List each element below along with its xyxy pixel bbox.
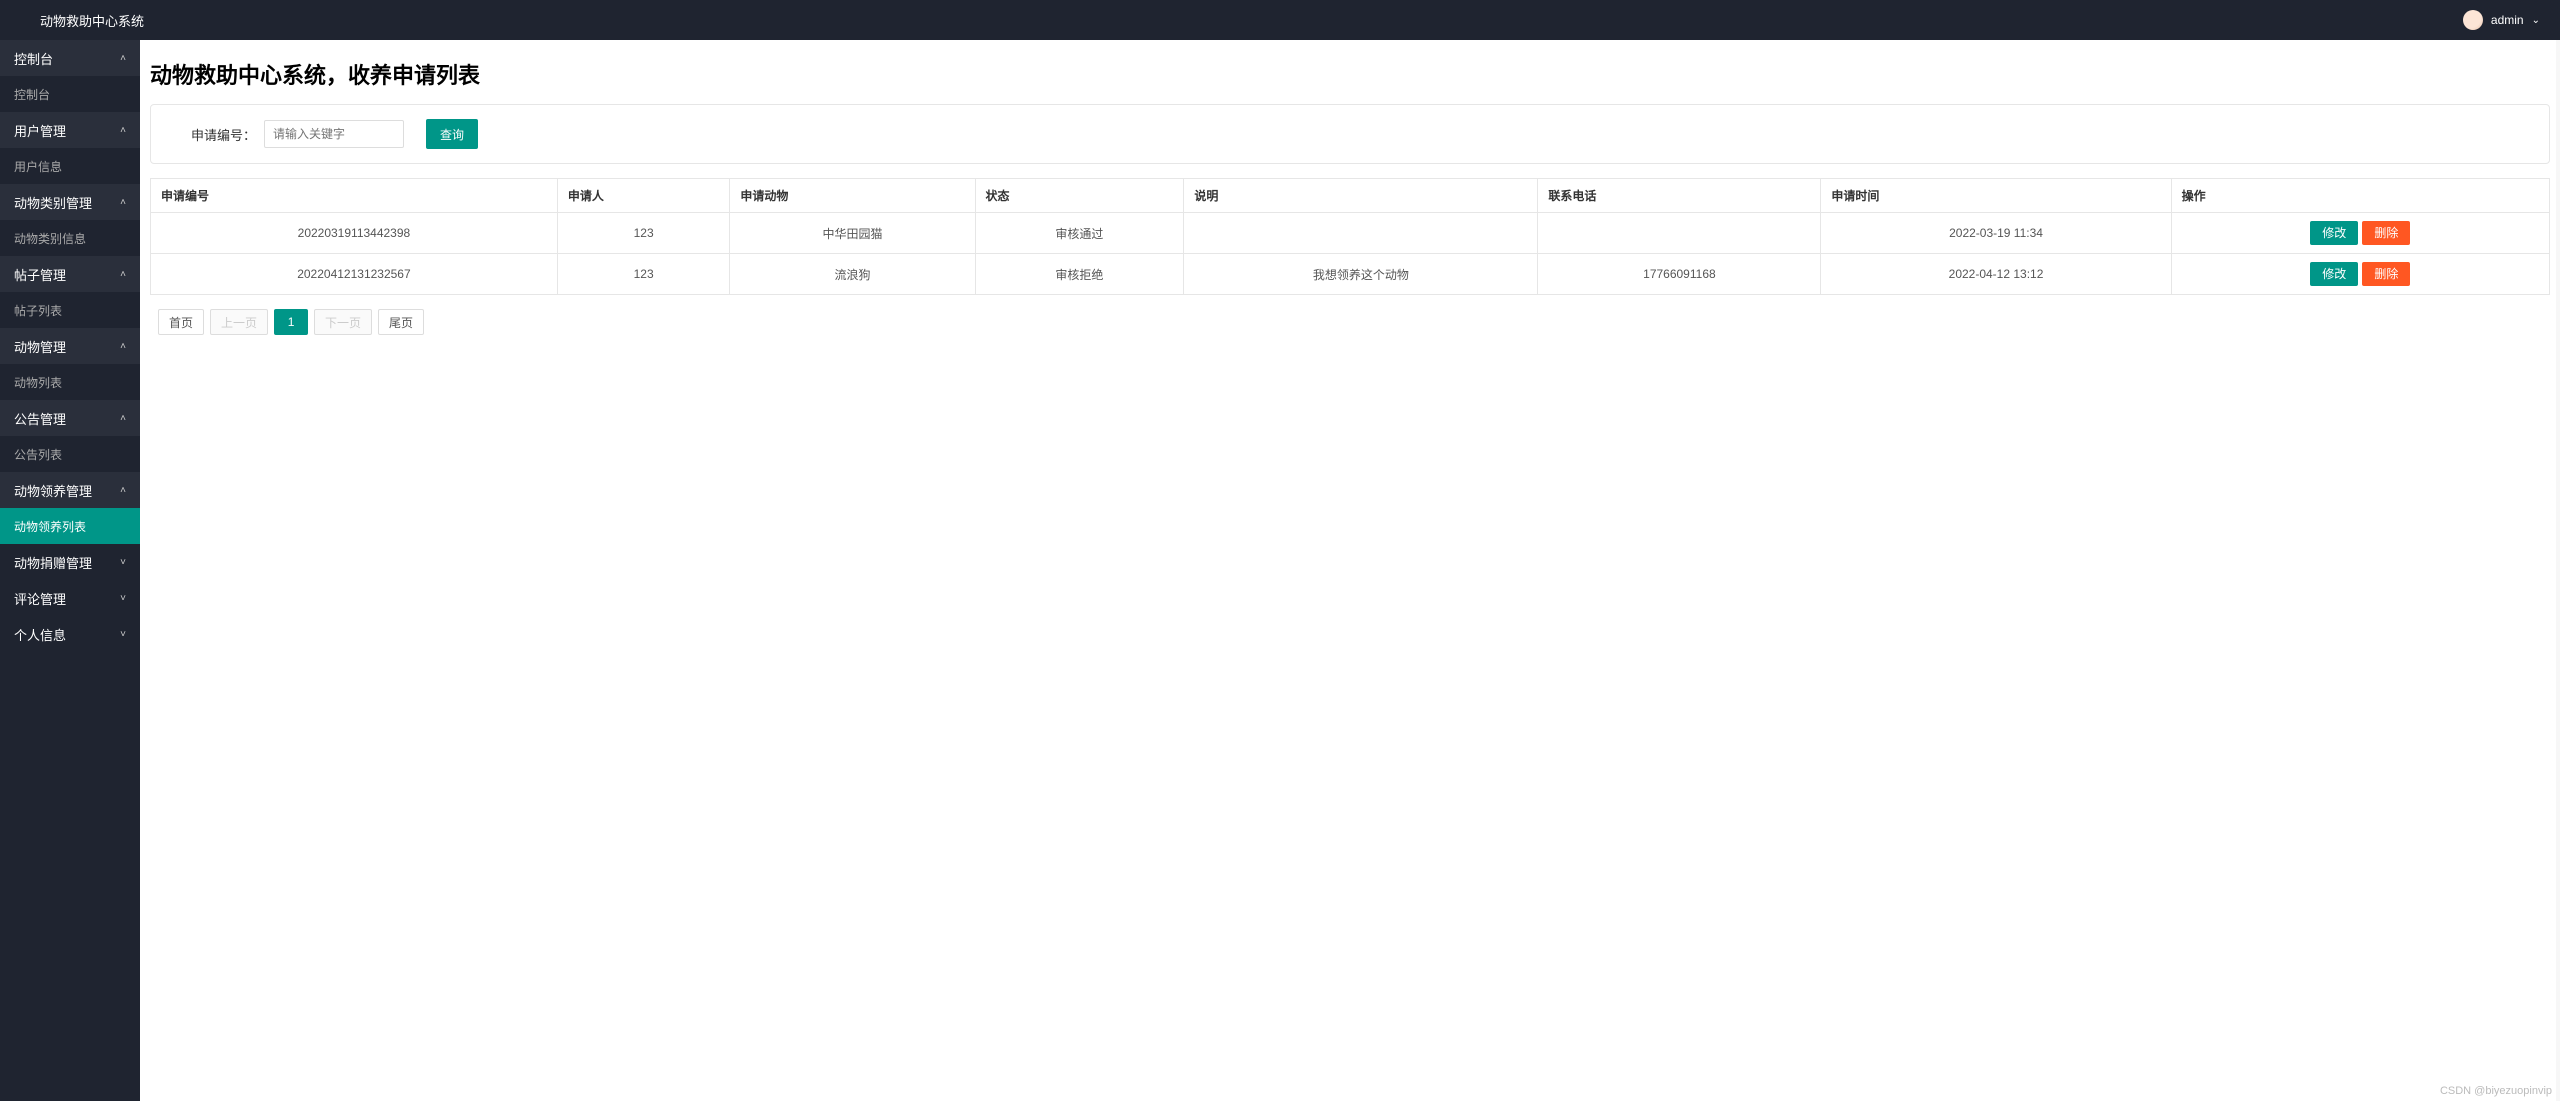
query-button[interactable]: 查询	[426, 119, 478, 149]
chevron-up-icon: ˄	[120, 413, 126, 424]
sidebar-group-1[interactable]: 用户管理 ˄	[0, 112, 140, 148]
cell-1-1: 123	[557, 254, 730, 295]
sidebar-item-6-0[interactable]: 动物领养列表	[0, 508, 140, 544]
sidebar-item-1-0[interactable]: 用户信息	[0, 148, 140, 184]
avatar-icon	[2463, 10, 2483, 30]
sidebar-group-label: 公告管理	[14, 409, 66, 428]
col-header-7: 操作	[2171, 179, 2549, 213]
col-header-2: 申请动物	[730, 179, 975, 213]
sidebar: 控制台˄控制台用户管理˄用户信息动物类别管理˄动物类别信息帖子管理˄帖子列表动物…	[0, 40, 140, 1101]
sidebar-group-label: 控制台	[14, 49, 53, 68]
cell-1-3: 审核拒绝	[975, 254, 1184, 295]
edit-button[interactable]: 修改	[2310, 262, 2358, 286]
cell-0-2: 中华田园猫	[730, 213, 975, 254]
chevron-up-icon: ˄	[120, 485, 126, 496]
sidebar-group-3[interactable]: 帖子管理 ˄	[0, 256, 140, 292]
sidebar-group-label: 动物类别管理	[14, 193, 92, 212]
sidebar-item-5-0[interactable]: 公告列表	[0, 436, 140, 472]
chevron-down-icon: ˅	[120, 593, 126, 604]
topbar: 动物救助中心系统 admin ⌄	[0, 0, 2560, 40]
sidebar-group-label: 动物管理	[14, 337, 66, 356]
sidebar-group-label: 动物捐赠管理	[14, 553, 92, 572]
cell-0-4	[1184, 213, 1538, 254]
sidebar-group-label: 动物领养管理	[14, 481, 92, 500]
sidebar-item-3-0[interactable]: 帖子列表	[0, 292, 140, 328]
search-panel: 申请编号： 查询	[150, 104, 2550, 164]
sidebar-group-label: 评论管理	[14, 589, 66, 608]
cell-1-4: 我想领养这个动物	[1184, 254, 1538, 295]
sidebar-item-2-0[interactable]: 动物类别信息	[0, 220, 140, 256]
pagination: 首页 上一页 1 下一页 尾页	[150, 309, 2550, 335]
chevron-up-icon: ˄	[120, 269, 126, 280]
page-next-button[interactable]: 下一页	[314, 309, 372, 335]
cell-0-6: 2022-03-19 11:34	[1821, 213, 2171, 254]
sidebar-group-5[interactable]: 公告管理 ˄	[0, 400, 140, 436]
sidebar-group-0[interactable]: 控制台 ˄	[0, 40, 140, 76]
delete-button[interactable]: 删除	[2362, 221, 2410, 245]
table-row: 20220412131232567123流浪狗审核拒绝我想领养这个动物17766…	[151, 254, 2550, 295]
sidebar-group-6[interactable]: 动物领养管理 ˄	[0, 472, 140, 508]
sidebar-group-label: 个人信息	[14, 625, 66, 644]
chevron-up-icon: ˄	[120, 341, 126, 352]
col-header-0: 申请编号	[151, 179, 558, 213]
table-body: 20220319113442398123中华田园猫审核通过 2022-03-19 …	[151, 213, 2550, 295]
sidebar-group-8[interactable]: 评论管理 ˅	[0, 580, 140, 616]
applications-table: 申请编号申请人申请动物状态说明联系电话申请时间操作 20220319113442…	[150, 178, 2550, 295]
cell-1-0: 20220412131232567	[151, 254, 558, 295]
cell-actions: 修改删除	[2171, 213, 2549, 254]
cell-0-1: 123	[557, 213, 730, 254]
chevron-down-icon: ⌄	[2532, 15, 2540, 26]
sidebar-group-9[interactable]: 个人信息 ˅	[0, 616, 140, 652]
search-input[interactable]	[264, 120, 404, 148]
col-header-5: 联系电话	[1538, 179, 1821, 213]
sidebar-group-2[interactable]: 动物类别管理 ˄	[0, 184, 140, 220]
cell-1-6: 2022-04-12 13:12	[1821, 254, 2171, 295]
chevron-up-icon: ˄	[120, 53, 126, 64]
cell-actions: 修改删除	[2171, 254, 2549, 295]
main-content: 动物救助中心系统，收养申请列表 申请编号： 查询 申请编号申请人申请动物状态说明…	[140, 40, 2560, 1101]
edit-button[interactable]: 修改	[2310, 221, 2358, 245]
page-last-button[interactable]: 尾页	[378, 309, 424, 335]
table-row: 20220319113442398123中华田园猫审核通过 2022-03-19 …	[151, 213, 2550, 254]
sidebar-group-label: 帖子管理	[14, 265, 66, 284]
page-first-button[interactable]: 首页	[158, 309, 204, 335]
sidebar-group-label: 用户管理	[14, 121, 66, 140]
watermark: CSDN @biyezuopinvip	[2440, 1085, 2552, 1097]
sidebar-item-4-0[interactable]: 动物列表	[0, 364, 140, 400]
col-header-4: 说明	[1184, 179, 1538, 213]
brand-title: 动物救助中心系统	[40, 11, 144, 30]
username-label: admin	[2491, 13, 2524, 27]
chevron-down-icon: ˅	[120, 557, 126, 568]
table-header-row: 申请编号申请人申请动物状态说明联系电话申请时间操作	[151, 179, 2550, 213]
page-prev-button[interactable]: 上一页	[210, 309, 268, 335]
scrollbar[interactable]	[2556, 40, 2560, 1101]
sidebar-group-7[interactable]: 动物捐赠管理 ˅	[0, 544, 140, 580]
chevron-up-icon: ˄	[120, 197, 126, 208]
cell-1-5: 17766091168	[1538, 254, 1821, 295]
col-header-3: 状态	[975, 179, 1184, 213]
cell-1-2: 流浪狗	[730, 254, 975, 295]
sidebar-group-4[interactable]: 动物管理 ˄	[0, 328, 140, 364]
cell-0-0: 20220319113442398	[151, 213, 558, 254]
chevron-up-icon: ˄	[120, 125, 126, 136]
page-title: 动物救助中心系统，收养申请列表	[150, 58, 2550, 90]
search-label: 申请编号：	[191, 125, 256, 144]
col-header-6: 申请时间	[1821, 179, 2171, 213]
user-menu[interactable]: admin ⌄	[2463, 10, 2540, 30]
col-header-1: 申请人	[557, 179, 730, 213]
cell-0-5	[1538, 213, 1821, 254]
chevron-down-icon: ˅	[120, 629, 126, 640]
sidebar-item-0-0[interactable]: 控制台	[0, 76, 140, 112]
delete-button[interactable]: 删除	[2362, 262, 2410, 286]
cell-0-3: 审核通过	[975, 213, 1184, 254]
page-number-1[interactable]: 1	[274, 309, 308, 335]
